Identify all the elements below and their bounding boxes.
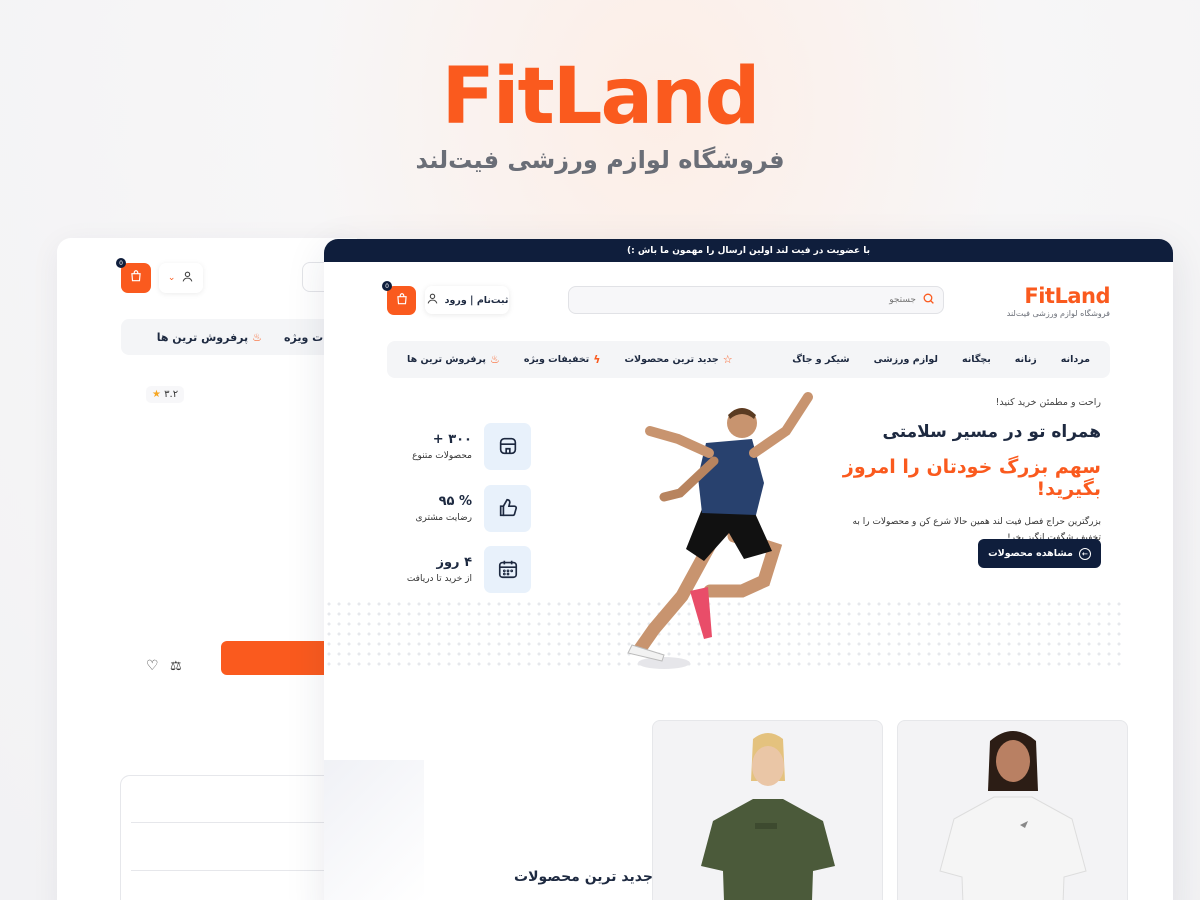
user-icon xyxy=(426,292,439,308)
cart-count-badge: 0 xyxy=(382,281,392,291)
cart-count-badge: 0 xyxy=(116,258,126,268)
fire-icon: ♨ xyxy=(489,353,500,366)
hero-title: همراه تو در مسیر سلامتی xyxy=(882,422,1101,442)
main-nav: مردانه زنانه بچگانه لوازم ورزشی شیکر و ج… xyxy=(387,341,1110,378)
nav-item-specials[interactable]: ϟ تخفیفات ویژه xyxy=(524,353,601,366)
nav-item-bestsellers[interactable]: ♨پرفروش ترین ها xyxy=(157,331,262,344)
search-bar[interactable] xyxy=(568,286,944,314)
calendar-icon xyxy=(484,545,531,593)
login-label: ثبت‌نام | ورود xyxy=(444,294,509,306)
announcement-bar: با عضویت در فیت لند اولین ارسال را مهمون… xyxy=(324,239,1173,262)
runner-image xyxy=(627,392,813,669)
product-image xyxy=(701,733,835,900)
details-box xyxy=(120,775,357,900)
store-icon xyxy=(484,422,531,470)
nav-item-shaker-jug[interactable]: شیکر و جاگ xyxy=(792,354,849,365)
product-card[interactable] xyxy=(897,720,1128,900)
secondary-page-preview: 0 ⌄ ϟتخفیفات ویژه ♨پرفروش ترین ها ★ ۳.۲ … xyxy=(57,238,357,900)
search-input[interactable] xyxy=(596,295,916,305)
nav-item-kids[interactable]: بچگانه xyxy=(962,354,991,365)
nav-item-sports-equipment[interactable]: لوازم ورزشی xyxy=(874,354,938,365)
nav-item-label: تخفیفات ویژه xyxy=(523,354,590,365)
search-icon xyxy=(922,292,935,309)
login-register-button[interactable]: ثبت‌نام | ورود xyxy=(425,286,509,314)
hero-text: راحت و مطمئن خرید کنید! همراه تو در مسیر… xyxy=(801,397,1101,546)
nav-item-label: پرفروش ترین ها xyxy=(156,330,249,344)
stat-value: % ۹۵ xyxy=(438,493,472,509)
cart-button[interactable]: 0 xyxy=(116,258,151,293)
arrow-left-circle-icon: ← xyxy=(1078,547,1091,560)
stat-label: محصولات متنوع xyxy=(412,450,472,461)
stat-satisfaction: % ۹۵ رضایت مشتری xyxy=(396,484,531,532)
category-menu: مردانه زنانه بچگانه لوازم ورزشی شیکر و ج… xyxy=(792,354,1090,365)
shadow-overlay xyxy=(324,760,424,900)
shopping-bag-icon xyxy=(129,269,143,287)
user-icon xyxy=(181,270,194,286)
rating-value: ۳.۲ xyxy=(164,389,179,400)
stat-products: ۳۰۰ + محصولات متنوع xyxy=(396,422,531,470)
stat-label: رضایت مشتری xyxy=(415,512,472,523)
nav-item-newest[interactable]: ☆ جدید ترین محصولات xyxy=(625,353,733,366)
hero-highlight: سهم بزرگ خودتان را امروز بگیرید! xyxy=(842,456,1101,500)
site-header: FitLand فروشگاه لوازم ورزشی فیت‌لند ثبت‌… xyxy=(324,262,1173,338)
nav-item-label: پرفروش ترین ها xyxy=(407,354,486,365)
star-icon: ☆ xyxy=(722,353,733,366)
shopping-bag-icon xyxy=(395,292,409,310)
nav-item-label: جدید ترین محصولات xyxy=(624,354,719,365)
fire-icon: ♨ xyxy=(252,330,263,344)
thumbs-up-icon xyxy=(484,484,531,532)
brand-subtitle: فروشگاه لوازم ورزشی فیت‌لند xyxy=(415,146,785,174)
product-card[interactable] xyxy=(652,720,883,900)
stat-value: ۳۰۰ + xyxy=(432,431,472,447)
heart-icon[interactable]: ♡ xyxy=(146,658,159,674)
chevron-down-icon: ⌄ xyxy=(167,273,176,283)
lightning-icon: ϟ xyxy=(593,353,601,366)
special-links: ☆ جدید ترین محصولات ϟ تخفیفات ویژه ♨ پرف… xyxy=(407,353,733,366)
stat-delivery: ۴ روز از خرید تا دریافت xyxy=(396,545,531,593)
brand-logo: FitLand xyxy=(441,52,760,142)
nav-item-men[interactable]: مردانه xyxy=(1061,354,1090,365)
logo-text: FitLand xyxy=(1024,284,1110,308)
rating-badge: ★ ۳.۲ xyxy=(146,386,185,403)
product-image xyxy=(939,731,1087,900)
nav-item-bestsellers[interactable]: ♨ پرفروش ترین ها xyxy=(407,353,500,366)
cta-label: مشاهده محصولات xyxy=(988,548,1073,559)
nav-item-women[interactable]: زنانه xyxy=(1015,354,1037,365)
secondary-nav: ϟتخفیفات ویژه ♨پرفروش ترین ها xyxy=(121,319,357,355)
newest-products-title: جدید ترین محصولات xyxy=(514,869,653,885)
stat-value: ۴ روز xyxy=(436,554,472,570)
cart-button[interactable]: 0 xyxy=(382,281,416,315)
account-dropdown[interactable]: ⌄ xyxy=(159,263,203,293)
homepage-preview: با عضویت در فیت لند اولین ارسال را مهمون… xyxy=(324,239,1173,900)
stat-label: از خرید تا دریافت xyxy=(406,573,472,584)
view-products-button[interactable]: ← مشاهده محصولات xyxy=(978,539,1101,568)
compare-icon[interactable]: ⚖ xyxy=(170,659,182,674)
logo-subtitle: فروشگاه لوازم ورزشی فیت‌لند xyxy=(1006,309,1110,318)
site-logo[interactable]: FitLand فروشگاه لوازم ورزشی فیت‌لند xyxy=(1006,284,1111,318)
hero-kicker: راحت و مطمئن خرید کنید! xyxy=(995,397,1101,408)
star-icon: ★ xyxy=(152,389,161,400)
